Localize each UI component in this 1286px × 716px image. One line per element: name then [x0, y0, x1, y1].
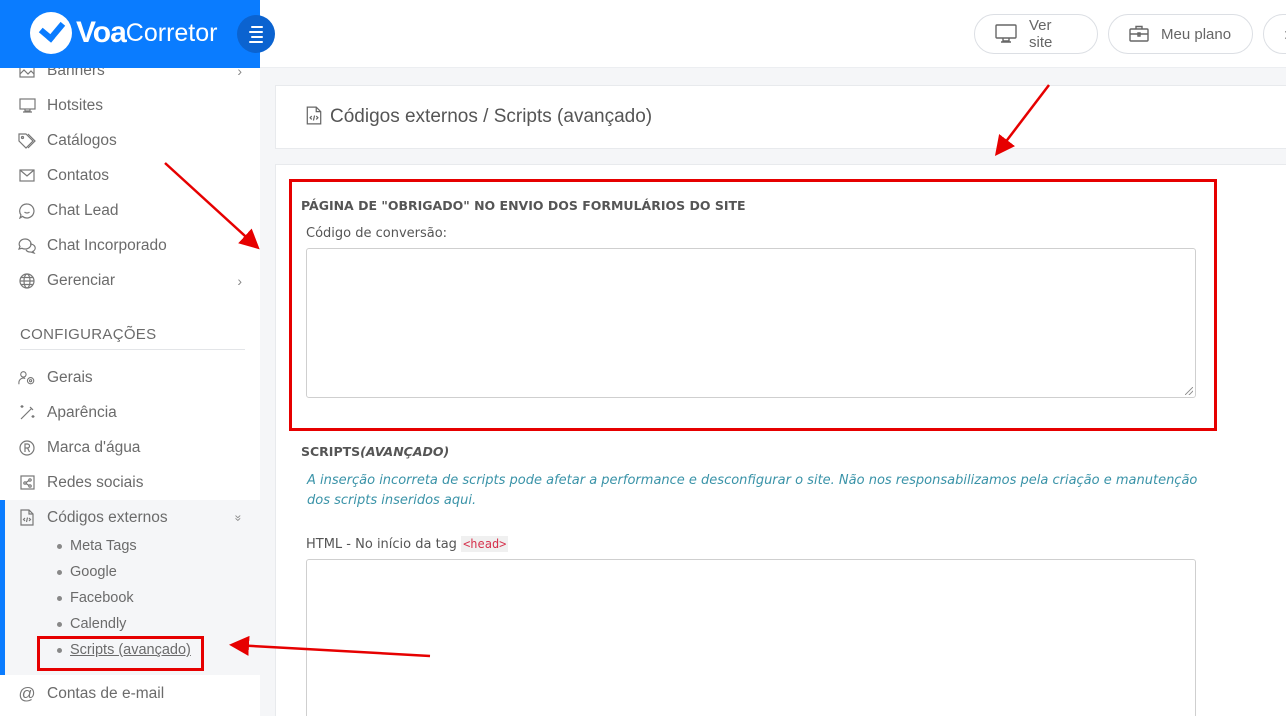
logo-bold-text: Voa [76, 16, 127, 49]
ver-site-label: Ver site [1029, 17, 1053, 51]
file-code-icon [306, 106, 322, 129]
head-script-label: HTML - No início da tag <head> [306, 536, 509, 552]
sidebar-subitem-meta-tags[interactable]: Meta Tags [57, 538, 137, 554]
logo[interactable]: Voa Corretor [30, 12, 217, 54]
subitem-label: Scripts (avançado) [70, 642, 191, 658]
subitem-label: Facebook [70, 590, 134, 606]
sidebar-item-label: Chat Incorporado [47, 236, 167, 254]
sidebar-item-aparencia[interactable]: Aparência [0, 395, 260, 430]
share-icon [18, 474, 36, 492]
sidebar-item-chat-incorporado[interactable]: Chat Incorporado [0, 228, 260, 263]
sidebar-item-label: Aparência [47, 403, 117, 421]
sidebar-item-chat-lead[interactable]: Chat Lead [0, 193, 260, 228]
head-label-text: HTML - No início da tag [306, 537, 457, 552]
logo-light-text: Corretor [125, 18, 218, 47]
conversion-code-label: Código de conversão: [306, 226, 448, 241]
sidebar-subitem-facebook[interactable]: Facebook [57, 590, 134, 606]
scripts-heading-plain: SCRIPTS [301, 444, 361, 459]
sidebar-item-gerenciar[interactable]: Gerenciar › [0, 263, 260, 298]
meu-plano-button[interactable]: Meu plano [1108, 14, 1253, 54]
conversion-code-textarea[interactable] [306, 248, 1196, 398]
sidebar-item-label: Redes sociais [47, 473, 144, 491]
file-code-icon [18, 509, 36, 527]
menu-line [249, 30, 263, 33]
sidebar-item-marca-dagua[interactable]: Marca d'água [0, 430, 260, 465]
tag-icon [18, 132, 36, 150]
top-header: Voa Corretor Ver site Meu plano : [0, 0, 1286, 68]
sidebar-item-hotsites[interactable]: Hotsites [0, 88, 260, 123]
menu-line [251, 25, 263, 28]
user-gear-icon [18, 369, 36, 387]
chevron-right-icon: › [237, 68, 242, 79]
sidebar-item-contas-email[interactable]: @ Contas de e-mail [0, 676, 260, 711]
sidebar-item-label: Chat Lead [47, 201, 119, 219]
monitor-icon [18, 97, 36, 115]
meu-plano-label: Meu plano [1161, 25, 1232, 43]
head-tag-code: <head> [461, 536, 509, 552]
logo-mark-icon [30, 12, 72, 54]
section-title-configuracoes: CONFIGURAÇÕES [20, 326, 245, 350]
sidebar-item-label: Gerenciar [47, 271, 116, 289]
globe-icon [18, 272, 36, 290]
chats-icon [18, 237, 36, 255]
head-script-textarea[interactable] [306, 559, 1196, 716]
thanks-section-heading: PÁGINA DE "OBRIGADO" NO ENVIO DOS FORMUL… [301, 198, 746, 213]
menu-toggle-button[interactable] [237, 15, 275, 53]
envelope-icon [18, 167, 36, 185]
sidebar: Banners › Hotsites Catálogos Contatos Ch… [0, 68, 260, 716]
menu-line [249, 40, 263, 43]
chat-smile-icon [18, 202, 36, 220]
sidebar-item-label: Contatos [47, 166, 110, 184]
monitor-icon [995, 24, 1017, 44]
scripts-heading-italic: (AVANÇADO) [360, 444, 450, 459]
page-title: Códigos externos / Scripts (avançado) [330, 106, 653, 127]
page-title-card: Códigos externos / Scripts (avançado) [275, 85, 1286, 149]
sidebar-item-catalogos[interactable]: Catálogos [0, 123, 260, 158]
chevron-double-down-icon: » [231, 514, 246, 521]
sidebar-item-label: Hotsites [47, 96, 103, 114]
menu-line [251, 35, 263, 38]
sidebar-item-redes-sociais[interactable]: Redes sociais [0, 465, 260, 500]
sidebar-item-codigos-externos[interactable]: Códigos externos » [0, 500, 260, 535]
scripts-section-heading: SCRIPTS(AVANÇADO) [301, 444, 449, 459]
sidebar-item-gerais[interactable]: Gerais [0, 360, 260, 395]
sidebar-item-label: Gerais [47, 368, 93, 386]
sidebar-subitem-calendly[interactable]: Calendly [57, 616, 126, 632]
chevron-right-icon: › [237, 272, 242, 289]
subitem-label: Google [70, 564, 117, 580]
ver-site-button[interactable]: Ver site [974, 14, 1098, 54]
sidebar-item-label: Contas de e-mail [47, 684, 165, 702]
sidebar-subitem-scripts-avancado[interactable]: Scripts (avançado) [57, 642, 191, 658]
registered-icon [18, 439, 36, 457]
magic-wand-icon [18, 404, 36, 422]
sidebar-item-label: Banners [47, 68, 105, 79]
scripts-warning-text: A inserção incorreta de scripts pode afe… [307, 473, 1198, 508]
sidebar-item-label: Catálogos [47, 131, 117, 149]
subitem-label: Calendly [70, 616, 127, 632]
more-button[interactable]: : [1263, 14, 1286, 54]
sidebar-item-label: Marca d'água [47, 438, 141, 456]
sidebar-item-banners[interactable]: Banners › [0, 68, 260, 88]
sidebar-group-codigos-externos: Códigos externos » Meta Tags Google Face… [0, 500, 260, 675]
resize-handle[interactable] [1185, 387, 1193, 395]
sidebar-item-label: Códigos externos [47, 508, 168, 526]
image-icon [18, 68, 36, 80]
at-icon: @ [18, 683, 36, 703]
subitem-label: Meta Tags [70, 538, 137, 554]
briefcase-icon [1129, 25, 1149, 43]
sidebar-subitem-google[interactable]: Google [57, 564, 117, 580]
brand-area: Voa Corretor [0, 0, 260, 68]
sidebar-item-contatos[interactable]: Contatos [0, 158, 260, 193]
